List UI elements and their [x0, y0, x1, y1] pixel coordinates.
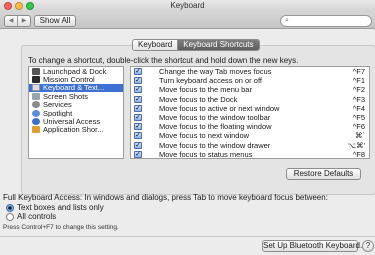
shortcut-checkbox[interactable]: ✓ — [134, 132, 142, 140]
shortcut-row[interactable]: ✓ Move focus to next window ⌘` — [131, 131, 369, 140]
category-list: Launchpad & Dock Mission Control Keyboar… — [28, 66, 124, 159]
back-arrow-icon[interactable]: ◀ — [5, 16, 18, 26]
show-all-button[interactable]: Show All — [34, 15, 76, 27]
category-item-screen-shots[interactable]: Screen Shots — [29, 92, 123, 101]
shortcut-checkbox[interactable]: ✓ — [134, 77, 142, 85]
minimize-window-button[interactable] — [15, 2, 23, 10]
radio-text-boxes-lists[interactable]: Text boxes and lists only — [6, 203, 104, 212]
shortcut-key[interactable]: ⌥⌘' — [347, 141, 365, 150]
shortcut-description: Move focus to the Dock — [159, 94, 238, 104]
shortcut-list: ✓ Change the way Tab moves focus ^F7 ✓ T… — [130, 66, 370, 159]
shortcut-row[interactable]: ✓ Move focus to the menu bar ^F2 — [131, 85, 369, 94]
category-item-application-shortcuts[interactable]: Application Shor... — [29, 126, 123, 134]
shortcut-description: Move focus to the menu bar — [159, 85, 252, 95]
spotlight-icon — [32, 109, 40, 117]
gear-icon — [32, 101, 40, 109]
category-label: Launchpad & Dock — [43, 67, 107, 76]
launchpad-icon — [32, 67, 40, 75]
shortcut-row[interactable]: ✓ Move focus to the Dock ^F3 — [131, 95, 369, 104]
shortcut-checkbox[interactable]: ✓ — [134, 113, 142, 121]
shortcut-key[interactable]: ^F1 — [353, 76, 365, 85]
control-f7-note: Press Control+F7 to change this setting. — [3, 224, 119, 231]
shortcut-key[interactable]: ^F5 — [353, 113, 365, 122]
help-button[interactable]: ? — [362, 240, 374, 252]
shortcut-key[interactable]: ^F3 — [353, 95, 365, 104]
category-label: Keyboard & Text... — [43, 83, 105, 93]
radio-button[interactable] — [6, 212, 14, 221]
shortcut-description: Move focus to the window drawer — [159, 140, 271, 150]
radio-label: All controls — [17, 212, 57, 221]
bottom-bar: Set Up Bluetooth Keyboard... ? — [0, 236, 375, 255]
full-keyboard-access-label: Full Keyboard Access: In windows and dia… — [3, 193, 328, 202]
shortcut-description: Move focus to status menus — [159, 149, 253, 159]
shortcut-description: Change the way Tab moves focus — [159, 67, 272, 76]
shortcut-row[interactable]: ✓ Move focus to the window toolbar ^F5 — [131, 113, 369, 122]
close-window-button[interactable] — [4, 2, 12, 10]
window-controls — [4, 2, 34, 10]
restore-defaults-button[interactable]: Restore Defaults — [286, 168, 361, 180]
shortcut-row[interactable]: ✓ Move focus to the floating window ^F6 — [131, 122, 369, 131]
radio-label: Text boxes and lists only — [17, 203, 104, 212]
shortcut-description: Move focus to the window toolbar — [159, 112, 271, 122]
shortcut-checkbox[interactable]: ✓ — [134, 141, 142, 149]
search-icon: ⌕ — [285, 17, 289, 24]
window-title: Keyboard — [170, 1, 205, 10]
screenshot-icon — [32, 92, 40, 100]
shortcut-description: Move focus to next window — [159, 131, 250, 141]
shortcut-key[interactable]: ⌘` — [355, 131, 365, 140]
shortcut-description: Move focus to active or next window — [159, 103, 280, 113]
back-forward-control: ◀ ▶ — [4, 15, 31, 27]
shortcut-row[interactable]: ✓ Move focus to active or next window ^F… — [131, 104, 369, 113]
category-label: Universal Access — [43, 117, 101, 126]
category-label: Services — [43, 100, 72, 109]
shortcut-checkbox[interactable]: ✓ — [134, 95, 142, 103]
shortcut-key[interactable]: ^F6 — [353, 122, 365, 131]
shortcut-description: Move focus to the floating window — [159, 122, 272, 132]
search-field[interactable]: ⌕ — [280, 15, 372, 27]
shortcut-checkbox[interactable]: ✓ — [134, 86, 142, 94]
zoom-window-button[interactable] — [26, 2, 34, 10]
category-item-services[interactable]: Services — [29, 101, 123, 109]
shortcut-description: Turn keyboard access on or off — [159, 76, 262, 86]
category-item-universal-access[interactable]: Universal Access — [29, 117, 123, 126]
shortcut-checkbox[interactable]: ✓ — [134, 104, 142, 112]
shortcut-checkbox[interactable]: ✓ — [134, 68, 142, 75]
forward-arrow-icon[interactable]: ▶ — [18, 16, 30, 26]
instructions-text: To change a shortcut, double-click the s… — [28, 56, 299, 65]
category-label: Screen Shots — [43, 92, 89, 101]
shortcut-checkbox[interactable]: ✓ — [134, 150, 142, 158]
category-item-spotlight[interactable]: Spotlight — [29, 109, 123, 117]
shortcut-row[interactable]: ✓ Turn keyboard access on or off ^F1 — [131, 76, 369, 85]
shortcut-key[interactable]: ^F8 — [353, 150, 365, 159]
application-icon — [32, 126, 40, 134]
category-label: Application Shor... — [43, 125, 104, 135]
shortcut-key[interactable]: ^F7 — [353, 67, 365, 76]
accessibility-icon — [32, 118, 40, 126]
category-item-keyboard-text[interactable]: Keyboard & Text... — [29, 83, 123, 93]
shortcut-row[interactable]: ✓ Move focus to status menus ^F8 — [131, 150, 369, 159]
title-bar: Keyboard — [0, 0, 375, 12]
shortcut-key[interactable]: ^F4 — [353, 104, 365, 113]
mission-control-icon — [32, 76, 40, 84]
radio-button[interactable] — [6, 203, 14, 212]
category-item-launchpad-dock[interactable]: Launchpad & Dock — [29, 67, 123, 75]
radio-all-controls[interactable]: All controls — [6, 212, 56, 221]
category-label: Mission Control — [43, 75, 95, 84]
toolbar: ◀ ▶ Show All ⌕ — [0, 12, 375, 29]
shortcut-checkbox[interactable]: ✓ — [134, 123, 142, 131]
shortcut-row[interactable]: ✓ Move focus to the window drawer ⌥⌘' — [131, 141, 369, 150]
tab-keyboard[interactable]: Keyboard — [133, 40, 178, 50]
shortcut-key[interactable]: ^F2 — [353, 85, 365, 94]
set-up-bluetooth-keyboard-button[interactable]: Set Up Bluetooth Keyboard... — [262, 240, 367, 252]
tab-keyboard-shortcuts[interactable]: Keyboard Shortcuts — [177, 40, 259, 50]
keyboard-icon — [32, 84, 40, 92]
shortcut-row[interactable]: ✓ Change the way Tab moves focus ^F7 — [131, 67, 369, 76]
tab-bar: Keyboard Keyboard Shortcuts — [132, 39, 260, 51]
category-item-mission-control[interactable]: Mission Control — [29, 75, 123, 84]
category-label: Spotlight — [43, 108, 73, 118]
